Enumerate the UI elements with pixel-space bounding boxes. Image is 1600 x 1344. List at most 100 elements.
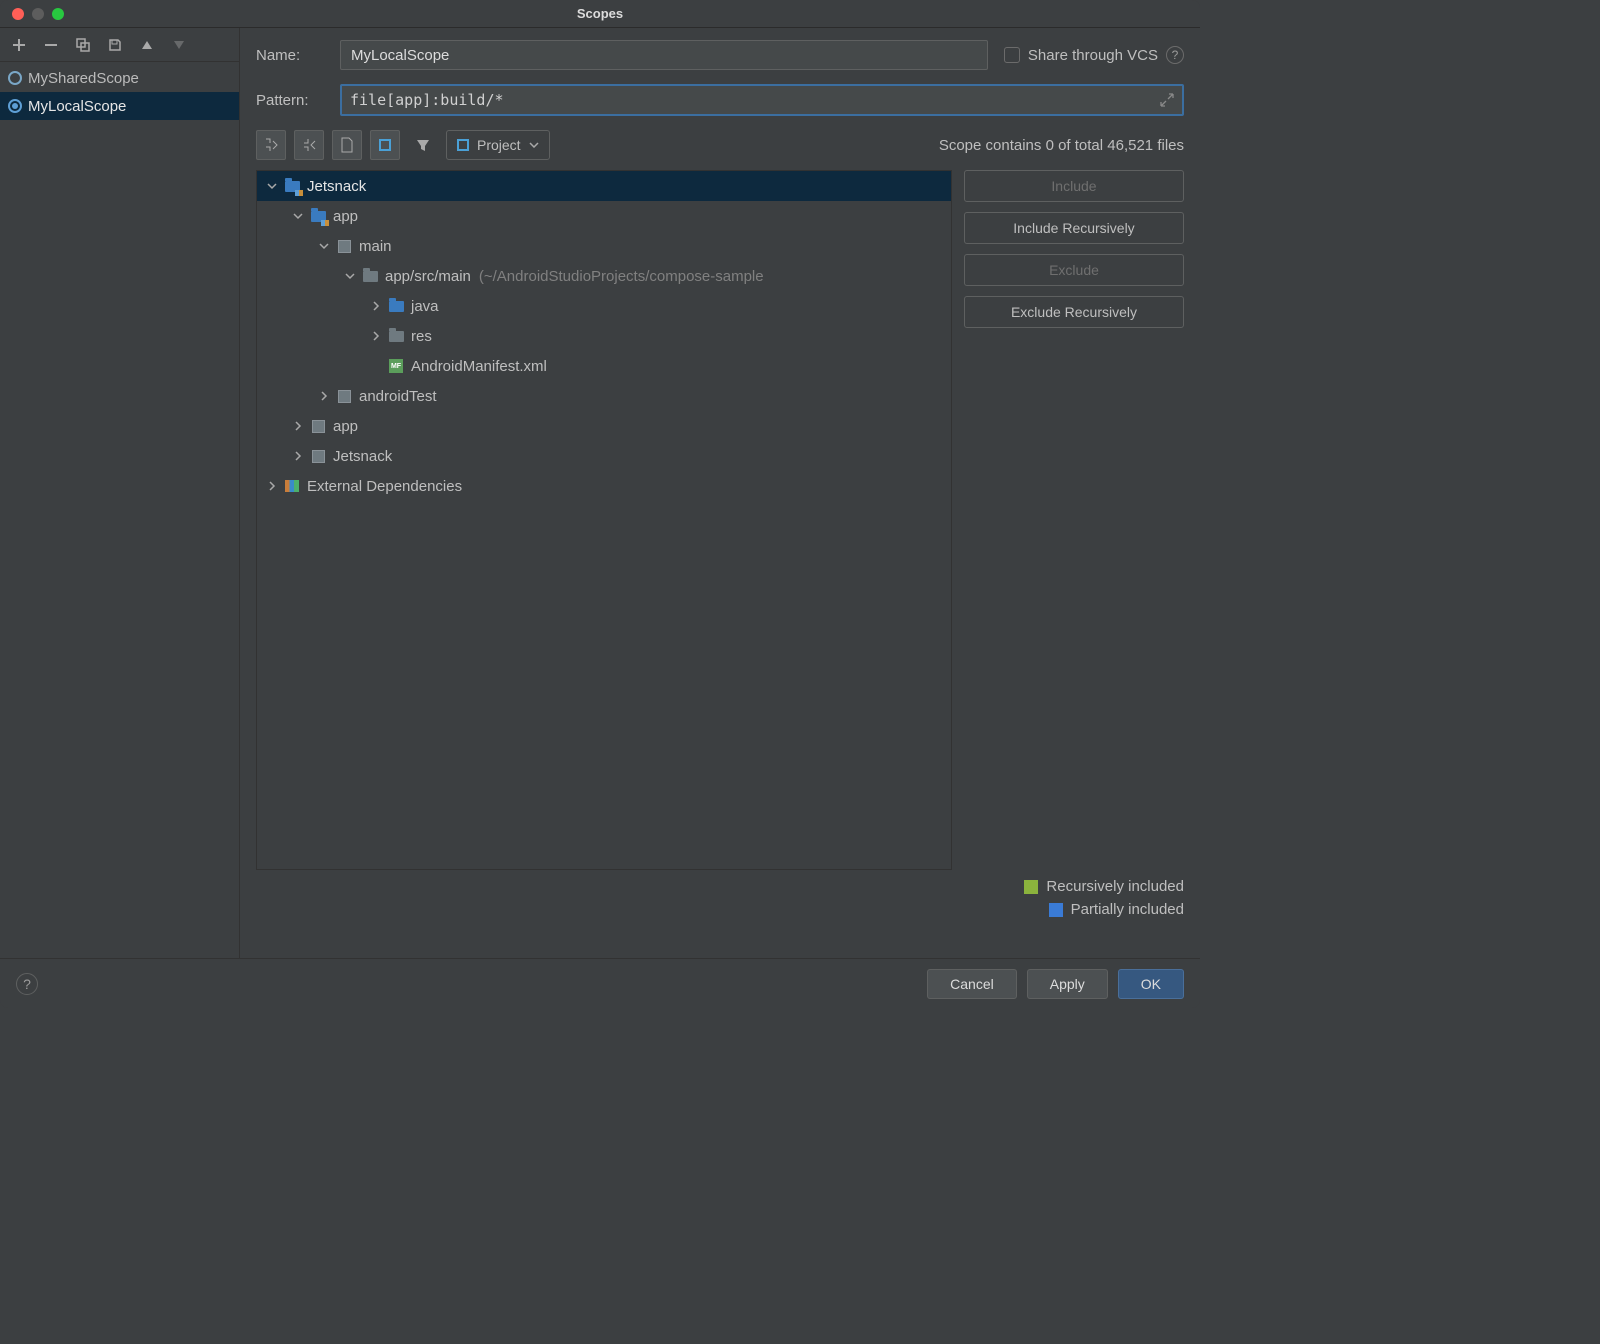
tree-row[interactable]: Jetsnack — [257, 441, 951, 471]
collapse-all-button[interactable] — [294, 130, 324, 160]
name-input[interactable] — [340, 40, 988, 70]
tree-row[interactable]: app/src/main (~/AndroidStudioProjects/com… — [257, 261, 951, 291]
chevron-down-icon — [529, 142, 539, 148]
footer: ? Cancel Apply OK — [0, 958, 1200, 1008]
tree-expander[interactable] — [291, 211, 305, 221]
manifest-file-icon: MF — [387, 358, 405, 374]
module-icon — [335, 238, 353, 254]
tree-row[interactable]: External Dependencies — [257, 471, 951, 501]
expand-all-button[interactable] — [256, 130, 286, 160]
window: Scopes — [0, 0, 1200, 1008]
project-scope-dropdown[interactable]: Project — [446, 130, 550, 160]
tree-expander[interactable] — [265, 181, 279, 191]
include-button[interactable]: Include — [964, 170, 1184, 202]
tree-label: app/src/main — [385, 268, 471, 285]
tree-expander[interactable] — [369, 301, 383, 311]
project-icon — [457, 139, 469, 151]
library-icon — [283, 478, 301, 494]
tree-row[interactable]: Jetsnack — [257, 171, 951, 201]
pattern-input[interactable] — [350, 91, 1160, 109]
expand-pattern-icon[interactable] — [1160, 93, 1174, 107]
tree-expander[interactable] — [265, 481, 279, 491]
add-scope-button[interactable] — [10, 36, 28, 54]
exclude-button[interactable]: Exclude — [964, 254, 1184, 286]
cancel-button[interactable]: Cancel — [927, 969, 1017, 999]
help-button[interactable]: ? — [16, 973, 38, 995]
tree-expander[interactable] — [317, 241, 331, 251]
move-up-button[interactable] — [138, 36, 156, 54]
tree-expander[interactable] — [291, 421, 305, 431]
folder-icon — [283, 178, 301, 194]
tree-expander[interactable] — [317, 391, 331, 401]
pattern-row: Pattern: — [256, 84, 1184, 116]
move-down-button[interactable] — [170, 36, 188, 54]
tree-label: java — [411, 298, 439, 315]
legend-partial: Partially included — [1049, 901, 1184, 918]
tree-row[interactable]: java — [257, 291, 951, 321]
ok-button[interactable]: OK — [1118, 969, 1184, 999]
scope-item[interactable]: MySharedScope — [0, 64, 239, 92]
tree-and-actions: Jetsnackappmainapp/src/main(~/AndroidStu… — [256, 170, 1184, 870]
folder-icon — [309, 208, 327, 224]
pattern-label: Pattern: — [256, 92, 340, 109]
tree-label: Jetsnack — [333, 448, 392, 465]
legend: Recursively included Partially included — [256, 878, 1184, 918]
tree-row[interactable]: androidTest — [257, 381, 951, 411]
legend-recursive-label: Recursively included — [1046, 878, 1184, 895]
legend-recursive: Recursively included — [1024, 878, 1184, 895]
folder-icon — [387, 298, 405, 314]
project-tree[interactable]: Jetsnackappmainapp/src/main(~/AndroidStu… — [256, 170, 952, 870]
legend-green-icon — [1024, 880, 1038, 894]
content-area: MySharedScope MyLocalScope Name: Share th… — [0, 28, 1200, 958]
legend-blue-icon — [1049, 903, 1063, 917]
show-included-only-button[interactable] — [370, 130, 400, 160]
left-panel: MySharedScope MyLocalScope — [0, 28, 240, 958]
right-panel: Name: Share through VCS ? Pattern: — [240, 28, 1200, 958]
folder-icon — [361, 268, 379, 284]
tree-row[interactable]: res — [257, 321, 951, 351]
legend-partial-label: Partially included — [1071, 901, 1184, 918]
tree-label: main — [359, 238, 392, 255]
scope-icon — [8, 71, 22, 85]
scope-item[interactable]: MyLocalScope — [0, 92, 239, 120]
tree-row[interactable]: app — [257, 411, 951, 441]
name-label: Name: — [256, 47, 340, 64]
left-toolbar — [0, 28, 239, 62]
exclude-recursively-button[interactable]: Exclude Recursively — [964, 296, 1184, 328]
tree-row[interactable]: main — [257, 231, 951, 261]
tree-expander[interactable] — [343, 271, 357, 281]
tree-path-suffix: (~/AndroidStudioProjects/compose-sample — [479, 268, 764, 285]
scope-icon — [8, 99, 22, 113]
scope-list: MySharedScope MyLocalScope — [0, 62, 239, 958]
folder-icon — [387, 328, 405, 344]
tree-label: app — [333, 208, 358, 225]
share-help-icon[interactable]: ? — [1166, 46, 1184, 64]
save-scope-button[interactable] — [106, 36, 124, 54]
apply-button[interactable]: Apply — [1027, 969, 1108, 999]
tree-label: res — [411, 328, 432, 345]
pattern-field[interactable] — [340, 84, 1184, 116]
tree-label: External Dependencies — [307, 478, 462, 495]
project-dropdown-label: Project — [477, 137, 521, 153]
include-exclude-buttons: Include Include Recursively Exclude Excl… — [964, 170, 1184, 328]
tree-row[interactable]: MFAndroidManifest.xml — [257, 351, 951, 381]
window-title: Scopes — [0, 6, 1200, 21]
filter-button[interactable] — [408, 130, 438, 160]
share-checkbox[interactable] — [1004, 47, 1020, 63]
show-files-button[interactable] — [332, 130, 362, 160]
tree-expander[interactable] — [369, 331, 383, 341]
copy-scope-button[interactable] — [74, 36, 92, 54]
scope-label: MyLocalScope — [28, 98, 126, 115]
scope-label: MySharedScope — [28, 70, 139, 87]
name-row: Name: Share through VCS ? — [256, 40, 1184, 70]
tree-expander[interactable] — [291, 451, 305, 461]
remove-scope-button[interactable] — [42, 36, 60, 54]
include-recursively-button[interactable]: Include Recursively — [964, 212, 1184, 244]
share-vcs-option[interactable]: Share through VCS ? — [1004, 46, 1184, 64]
tree-label: Jetsnack — [307, 178, 366, 195]
tree-toolbar: Project Scope contains 0 of total 46,521… — [256, 130, 1184, 160]
share-label: Share through VCS — [1028, 47, 1158, 64]
tree-row[interactable]: app — [257, 201, 951, 231]
tree-label: app — [333, 418, 358, 435]
tree-label: androidTest — [359, 388, 437, 405]
